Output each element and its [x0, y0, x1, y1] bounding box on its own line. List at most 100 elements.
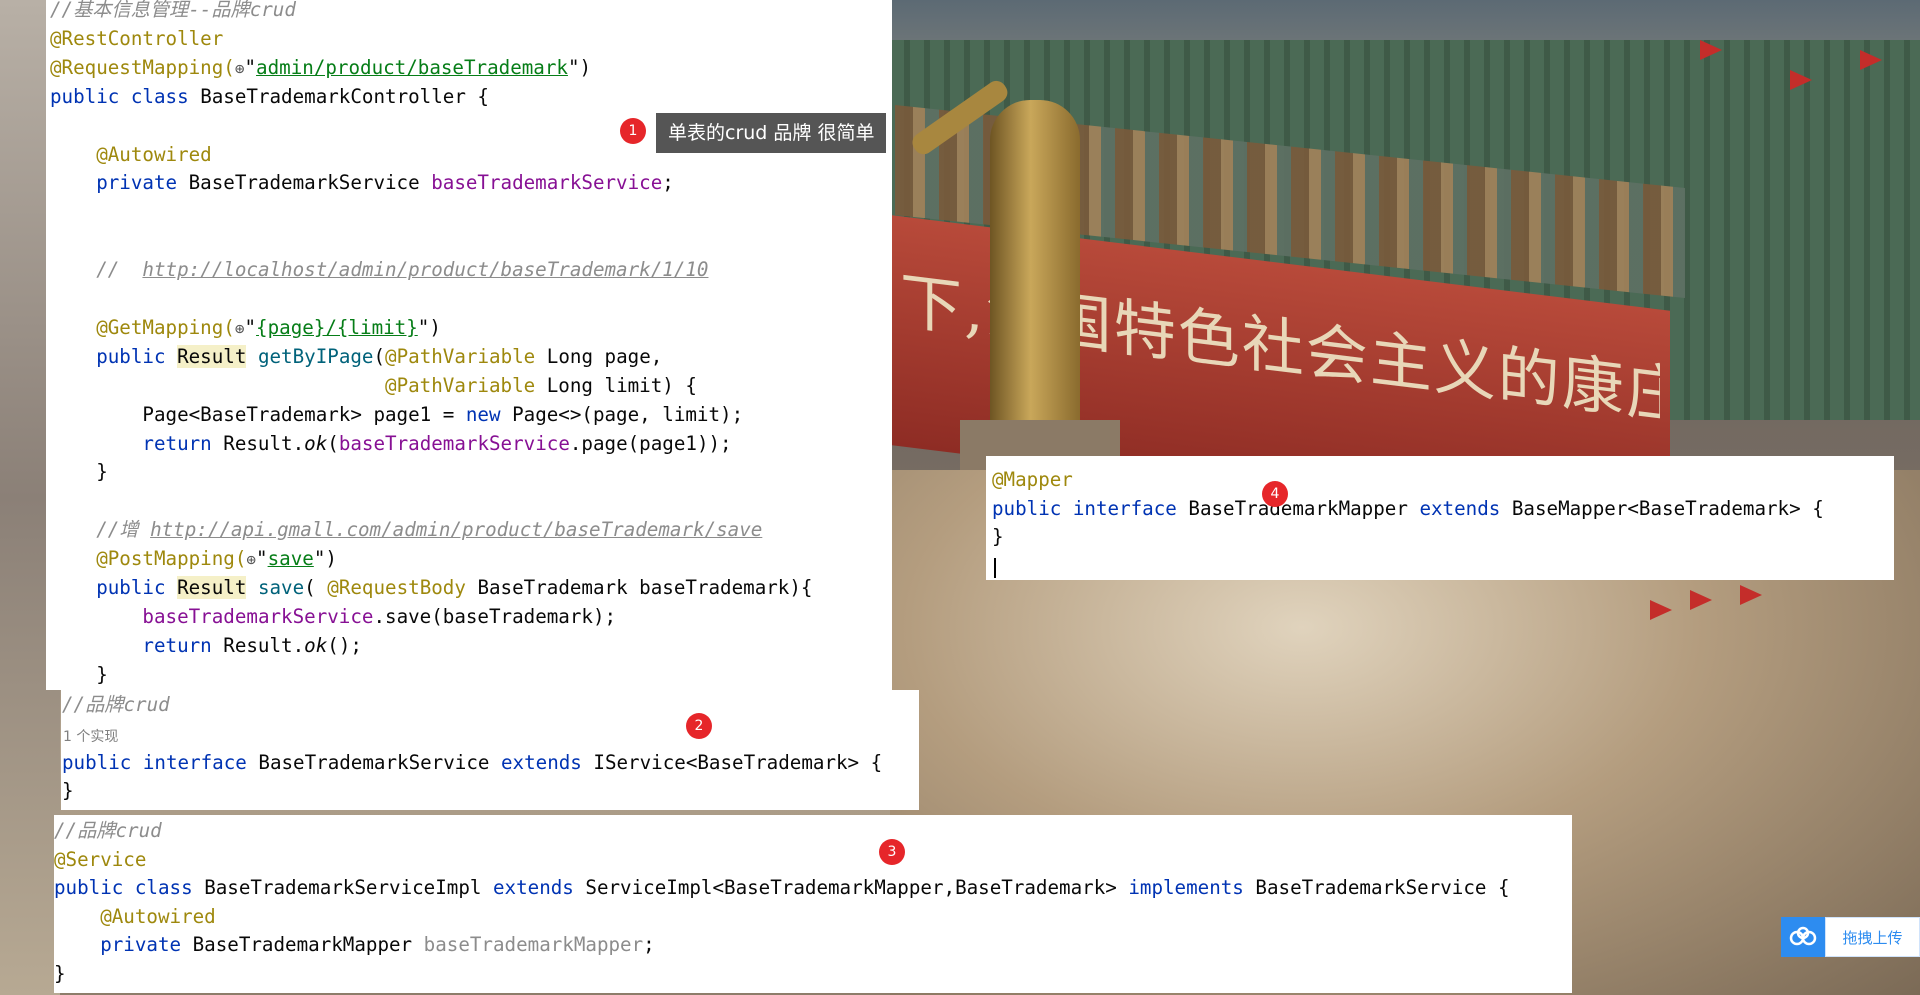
code-token: public: [50, 576, 178, 599]
code-token: //品牌crud: [62, 693, 170, 716]
code-token: ": [256, 547, 268, 571]
code-line[interactable]: // http://localhost/admin/product/baseTr…: [50, 258, 708, 282]
code-token: save: [267, 547, 314, 571]
code-token: ;: [662, 171, 674, 195]
code-line[interactable]: @RestController: [50, 27, 223, 51]
code-line[interactable]: public Result getByIPage(@PathVariable L…: [50, 344, 663, 369]
code-line[interactable]: @Autowired: [54, 905, 216, 929]
code-token: Result.: [223, 633, 305, 657]
code-line[interactable]: public interface BaseTrademarkService ex…: [62, 751, 882, 775]
code-token: ();: [327, 633, 362, 657]
code-token: BaseTrademarkController {: [200, 84, 489, 108]
code-token: @Autowired: [54, 904, 216, 928]
code-token: }: [62, 779, 74, 803]
code-token: IService<BaseTrademark> {: [593, 750, 883, 774]
mapper-code-panel[interactable]: @Mapper public interface BaseTrademarkMap…: [986, 456, 1894, 580]
code-line[interactable]: public class BaseTrademarkServiceImpl ex…: [54, 876, 1510, 900]
code-line[interactable]: private BaseTrademarkService baseTradema…: [50, 171, 674, 195]
code-token: @RequestBody: [327, 576, 466, 599]
code-token: new: [465, 402, 513, 426]
flag-icon: [1690, 590, 1712, 610]
code-token: public interface: [992, 496, 1189, 520]
code-line[interactable]: @PathVariable Long limit) {: [50, 374, 697, 398]
code-line[interactable]: }: [50, 460, 108, 484]
code-token: }: [50, 662, 108, 686]
code-token: {page}/{limit}: [256, 315, 418, 339]
code-token: Page<>(page, limit);: [512, 402, 744, 426]
code-token: public class: [50, 84, 201, 108]
code-token: ServiceImpl<BaseTrademarkMapper,BaseTrad…: [585, 876, 1129, 900]
code-line[interactable]: @GetMapping(⊕"{page}/{limit}"): [50, 316, 441, 341]
code-line[interactable]: @Mapper: [992, 468, 1073, 492]
code-line[interactable]: baseTrademarkService.save(baseTrademark)…: [50, 605, 616, 629]
code-token: Long page,: [535, 344, 663, 368]
code-token: private: [54, 933, 193, 957]
code-token: "): [417, 315, 441, 339]
code-token: }: [50, 460, 108, 484]
service-code-panel[interactable]: 1 个实现 //品牌crud public interface BaseTrade…: [61, 690, 919, 810]
annotation-tooltip-1: 单表的crud 品牌 很简单: [656, 113, 887, 153]
code-token: }: [992, 525, 1004, 549]
code-line[interactable]: return Result.ok();: [50, 634, 362, 658]
code-token: admin/product/baseTrademark: [256, 55, 568, 79]
code-token: @PostMapping(: [50, 547, 247, 571]
drag-upload-button[interactable]: 拖拽上传: [1781, 917, 1920, 957]
code-token: http://api.gmall.com/admin/product/baseT…: [150, 518, 763, 542]
code-token: ok: [304, 633, 328, 657]
code-token: BaseTrademarkService: [188, 171, 432, 195]
service-impl-code-panel[interactable]: //品牌crud @Service public class BaseTradema…: [54, 815, 1572, 993]
code-token: Long limit) {: [535, 373, 697, 397]
code-token: Result: [177, 576, 247, 599]
code-token: Result: [177, 344, 247, 368]
code-line[interactable]: //品牌crud: [62, 693, 170, 717]
code-line[interactable]: private BaseTrademarkMapper baseTrademar…: [54, 933, 655, 957]
code-token: //品牌crud: [54, 819, 162, 842]
code-line[interactable]: public class BaseTrademarkController {: [50, 85, 489, 109]
code-token: BaseTrademarkMapper: [192, 933, 424, 957]
flag-icon: [1700, 40, 1722, 60]
code-token: //: [50, 258, 143, 282]
code-line[interactable]: //增 http://api.gmall.com/admin/product/b…: [50, 518, 762, 542]
code-token: public interface: [62, 750, 259, 774]
code-token: (: [304, 576, 328, 599]
implementations-hint[interactable]: 1 个实现: [63, 726, 118, 746]
code-line[interactable]: @PostMapping(⊕"save"): [50, 547, 337, 572]
controller-code-panel[interactable]: //基本信息管理--品牌crud @RestController @RequestM…: [46, 0, 892, 690]
code-token: extends: [1419, 496, 1512, 520]
code-line[interactable]: }: [992, 525, 1004, 549]
code-token: return: [50, 431, 224, 455]
text-caret: [994, 558, 996, 578]
code-token: return: [50, 633, 224, 657]
code-token: baseTrademarkMapper: [423, 933, 644, 957]
code-token: ": [244, 55, 257, 79]
code-token: //基本信息管理--品牌crud: [50, 0, 296, 21]
code-line[interactable]: }: [54, 962, 66, 986]
code-line[interactable]: public Result save( @RequestBody BaseTra…: [50, 576, 812, 600]
flag-icon: [1790, 70, 1812, 90]
code-token: public class: [54, 876, 205, 900]
flag-icon: [1650, 600, 1672, 620]
code-token: @PathVariable: [385, 373, 536, 397]
code-token: baseTrademarkService: [431, 171, 663, 195]
code-line[interactable]: Page<BaseTrademark> page1 = new Page<>(p…: [50, 403, 743, 427]
code-token: (: [327, 431, 339, 455]
code-line[interactable]: return Result.ok(baseTrademarkService.pa…: [50, 431, 731, 456]
code-line[interactable]: }: [50, 663, 108, 687]
code-line[interactable]: @RequestMapping(⊕"admin/product/baseTrad…: [50, 56, 591, 81]
code-line[interactable]: @Autowired: [50, 143, 212, 167]
flag-icon: [1740, 585, 1762, 605]
annotation-badge-4: 4: [1262, 481, 1288, 507]
annotation-badge-3: 3: [879, 839, 905, 865]
code-line[interactable]: //品牌crud: [54, 819, 162, 843]
code-token: private: [50, 171, 189, 195]
code-line[interactable]: //基本信息管理--品牌crud: [50, 0, 296, 22]
code-line[interactable]: public interface BaseTrademarkMapper ext…: [992, 497, 1824, 521]
code-line[interactable]: @Service: [54, 848, 146, 872]
code-token: BaseMapper<BaseTrademark> {: [1511, 496, 1824, 520]
code-token: BaseTrademark baseTrademark){: [465, 576, 813, 599]
code-line[interactable]: }: [62, 779, 74, 803]
code-token: extends: [500, 750, 594, 774]
annotation-badge-2: 2: [686, 713, 712, 739]
